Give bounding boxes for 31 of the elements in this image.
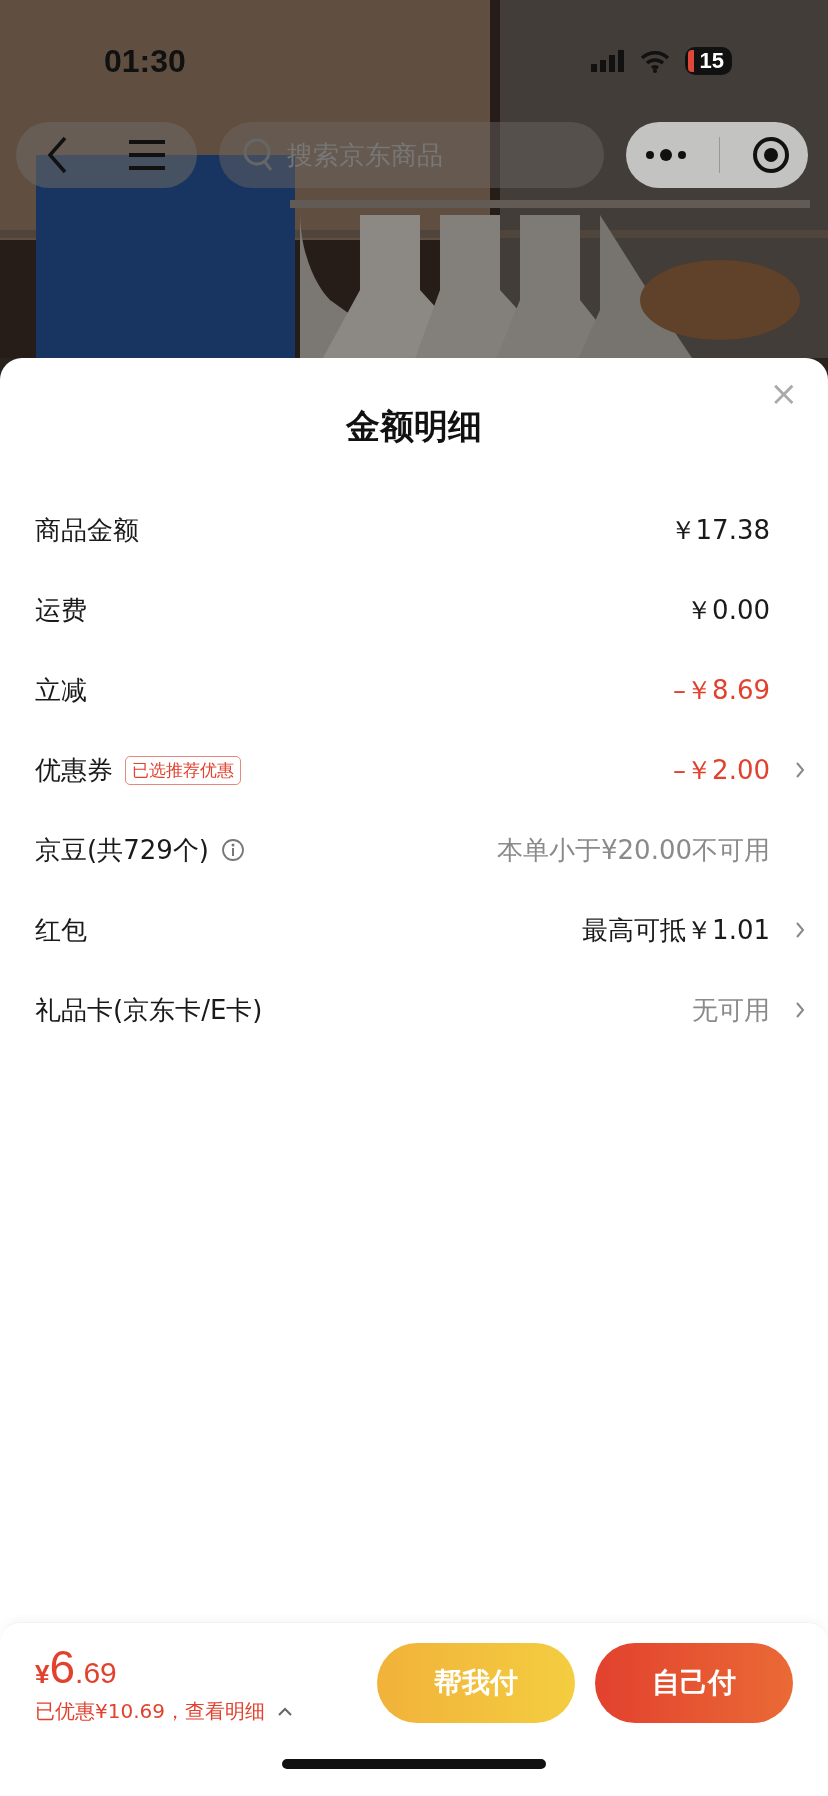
battery-indicator: 15 [684,47,732,75]
caret-up-icon[interactable] [277,1706,293,1717]
menu-icon [127,139,168,171]
row-label: 商品金额 [35,513,139,547]
row-value: ￥0.00 [686,593,770,627]
pay-button[interactable]: 自己付 [595,1642,793,1723]
row-label: 立减 [35,673,87,707]
status-time: 01:30 [104,42,187,80]
target-icon [750,135,791,175]
wifi-icon [638,49,671,73]
row-value: ￥17.38 [669,513,770,547]
row-label: 京豆(共729个) [35,833,209,867]
info-icon[interactable] [220,838,245,862]
row-value[interactable]: 无可用 [692,992,770,1028]
signal-icon [590,50,625,72]
saving-link[interactable]: 已优惠¥10.69，查看明细 [35,1698,265,1725]
row-label: 运费 [35,593,87,627]
search-icon [243,138,275,172]
row-value[interactable]: –￥2.00 [673,752,770,788]
row-value: 本单小于¥20.00不可用 [497,833,770,867]
close-button[interactable]: × [765,372,802,414]
total-price: ¥6.69 [35,1640,118,1694]
sheet-title: 金额明细 [346,405,482,448]
row-value: –￥8.69 [673,673,770,707]
row-label: 优惠券 [35,753,113,787]
back-icon [45,135,68,175]
row-label: 红包 [35,913,87,947]
row-value[interactable]: 最高可抵￥1.01 [582,912,770,948]
row-label: 礼品卡(京东卡/E卡) [35,993,263,1027]
coupon-tag: 已选推荐优惠 [125,755,241,785]
more-icon [643,148,688,162]
